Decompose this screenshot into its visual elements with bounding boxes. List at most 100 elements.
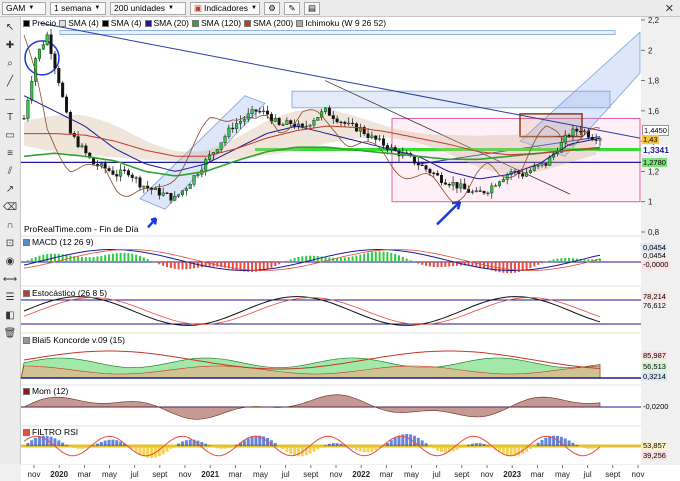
rsi-bar xyxy=(358,446,362,452)
rsi-bar xyxy=(540,440,544,446)
macd-bar xyxy=(84,257,87,262)
rsi-bar xyxy=(184,440,188,446)
legend-swatch xyxy=(296,19,304,27)
rsi-bar xyxy=(474,443,478,446)
macd-bar xyxy=(293,258,296,262)
rsi-bar xyxy=(103,440,107,446)
candle-body xyxy=(254,109,258,112)
macd-bar xyxy=(181,262,184,270)
candle-body xyxy=(169,192,173,201)
macd-bar xyxy=(135,254,138,262)
macd-bar xyxy=(92,256,95,262)
candle-body xyxy=(579,130,583,133)
macd-bar xyxy=(104,255,107,262)
x-tick-label: may xyxy=(555,470,570,479)
rsi-bar xyxy=(478,443,482,446)
macd-bar xyxy=(378,251,381,262)
macd-bar xyxy=(548,260,551,262)
macd-bar xyxy=(386,251,389,262)
rsi-bar xyxy=(536,442,540,446)
panel-toggle-icon[interactable] xyxy=(23,289,30,297)
candle-body xyxy=(266,110,270,115)
candle-body xyxy=(192,175,196,185)
rsi-bar xyxy=(219,446,223,449)
rsi-bar xyxy=(579,446,583,447)
stoch-value-1: 78,214 xyxy=(642,292,667,301)
candle-body xyxy=(544,163,548,166)
legend-swatch xyxy=(101,19,109,27)
rsi-bar xyxy=(169,446,173,449)
candle-body xyxy=(45,34,49,45)
price-lower-label: 1,2780 xyxy=(642,158,667,167)
candle-body xyxy=(103,163,107,169)
blai-title-text: Blai5 Koncorde v.09 (15) xyxy=(32,335,125,345)
candle-body xyxy=(188,184,192,189)
macd-bar xyxy=(270,262,273,268)
candle-body xyxy=(478,190,482,192)
rsi-bar xyxy=(37,436,41,446)
macd-bar xyxy=(498,262,501,273)
stoch-title-text: Estocástico (26 8 5) xyxy=(32,288,108,298)
candle-body xyxy=(119,169,123,177)
rsi-bar xyxy=(138,446,142,455)
candle-body xyxy=(440,175,444,183)
rsi-bar xyxy=(405,434,409,446)
rsi-bar xyxy=(92,445,96,446)
rsi-bar xyxy=(142,446,146,457)
macd-bar xyxy=(150,260,153,262)
rsi-bar xyxy=(204,443,208,446)
rsi-bar xyxy=(80,446,84,449)
macd-bar xyxy=(397,255,400,262)
macd-bar xyxy=(123,252,126,262)
macd-bar xyxy=(533,262,536,267)
macd-bar xyxy=(282,262,285,263)
x-tick-label: nov xyxy=(481,470,494,479)
chart-area[interactable]: 2,221,81,61,41,210,8 nov2020marmayjulsep… xyxy=(0,0,680,481)
legend-entry[interactable]: SMA (4) xyxy=(101,18,142,28)
rsi-bar xyxy=(211,446,215,448)
rsi-bar xyxy=(563,438,567,446)
rsi-bar xyxy=(528,446,532,449)
candle-body xyxy=(123,169,127,171)
panel-toggle-icon[interactable] xyxy=(23,428,30,436)
stoch-panel-bg xyxy=(21,287,641,332)
rsi-bar xyxy=(115,440,119,446)
legend-entry[interactable]: Ichimoku (W 9 26 52) xyxy=(296,18,386,28)
blai-title: Blai5 Koncorde v.09 (15) xyxy=(23,335,125,345)
mom-title-text: Mom (12) xyxy=(32,386,69,396)
candle-body xyxy=(451,182,455,186)
candle-body xyxy=(374,135,378,140)
legend-entry[interactable]: SMA (4) xyxy=(59,18,99,28)
legend-entry[interactable]: SMA (200) xyxy=(244,18,293,28)
panel-toggle-icon[interactable] xyxy=(23,238,30,246)
candle-body xyxy=(443,182,447,185)
panel-toggle-icon[interactable] xyxy=(23,336,30,344)
macd-value-3: -0,0000 xyxy=(642,260,670,269)
macd-bar xyxy=(158,262,161,265)
rsi-bar xyxy=(440,446,444,452)
candle-body xyxy=(424,165,428,170)
rsi-bar xyxy=(312,446,316,452)
y-tick-label: 1 xyxy=(648,198,653,207)
x-tick-label: jul xyxy=(432,470,441,479)
legend-entry[interactable]: SMA (20) xyxy=(144,18,189,28)
legend-entry[interactable]: Precio xyxy=(23,18,56,28)
macd-bar xyxy=(80,257,83,262)
legend-entry[interactable]: SMA (120) xyxy=(191,18,241,28)
macd-bar xyxy=(177,262,180,270)
candle-body xyxy=(204,159,208,171)
macd-bar xyxy=(200,262,203,268)
macd-bar xyxy=(425,262,428,266)
candle-body xyxy=(548,156,552,166)
x-tick-label: sept xyxy=(605,470,621,479)
y-tick-label: 1,6 xyxy=(648,107,660,116)
candle-body xyxy=(327,107,331,116)
price-bid-label: 1,43 xyxy=(642,135,659,144)
macd-bar xyxy=(521,262,524,271)
candle-body xyxy=(223,136,227,143)
candle-body xyxy=(285,120,289,125)
panel-toggle-icon[interactable] xyxy=(23,387,30,395)
rsi-bar xyxy=(65,444,69,446)
x-tick-label: jul xyxy=(130,470,139,479)
macd-bar xyxy=(552,259,555,262)
